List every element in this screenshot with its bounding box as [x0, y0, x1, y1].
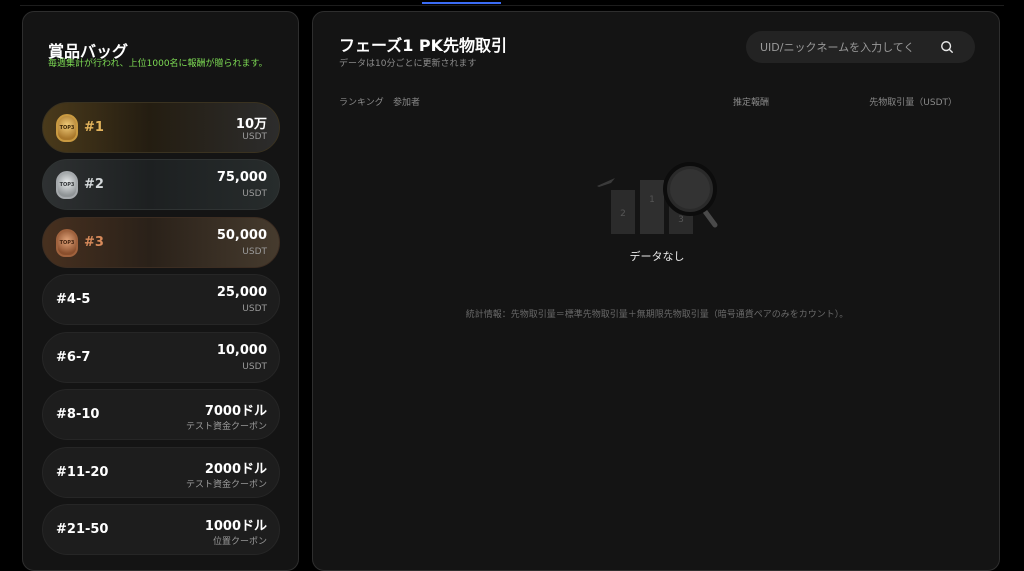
prize-tier-1: TOP3 #1 10万 USDT — [42, 102, 280, 153]
leaderboard-panel: フェーズ1 PK先物取引 データは10分ごとに更新されます ランキング 参加者 … — [312, 11, 1000, 571]
tier-rank: #21-50 — [56, 522, 109, 537]
prize-tier-4: #4-5 25,000 USDT — [42, 274, 280, 325]
column-header-participant: 参加者 — [393, 98, 421, 108]
tier-amount: 10万 — [235, 117, 267, 132]
prize-tier-3: TOP3 #3 50,000 USDT — [42, 217, 280, 268]
tier-rank: #2 — [84, 177, 104, 192]
nav-divider — [20, 5, 1004, 6]
svg-text:3: 3 — [678, 215, 684, 225]
prize-tier-8: #21-50 1000ドル 位置クーポン — [42, 504, 280, 555]
tier-amount: 1000ドル — [204, 519, 267, 534]
active-tab-indicator — [422, 2, 501, 4]
tier-rank: #11-20 — [56, 465, 109, 480]
search-input[interactable] — [760, 39, 926, 55]
empty-podium-magnifier-icon: 2 1 3 — [597, 162, 718, 234]
prize-tier-7: #11-20 2000ドル テスト資金クーポン — [42, 447, 280, 498]
tier-unit: テスト資金クーポン — [185, 480, 267, 490]
gold-medal-icon: TOP3 — [56, 114, 78, 142]
tier-amount: 25,000 — [216, 285, 267, 300]
prize-panel: 賞品バッグ 毎週集計が行われ、上位1000名に報酬が贈られます。 TOP3 #1… — [22, 11, 299, 571]
svg-text:1: 1 — [649, 195, 655, 205]
column-header-volume: 先物取引量（USDT） — [869, 98, 957, 108]
tier-unit: テスト資金クーポン — [185, 422, 267, 432]
prize-tier-6: #8-10 7000ドル テスト資金クーポン — [42, 389, 280, 440]
tier-unit: USDT — [242, 247, 267, 257]
tier-unit: USDT — [242, 304, 267, 314]
svg-text:2: 2 — [620, 209, 626, 219]
tier-rank: #8-10 — [56, 407, 100, 422]
tier-amount: 10,000 — [216, 343, 267, 358]
medal-label: TOP3 — [59, 240, 75, 246]
page-title: フェーズ1 PK先物取引 — [339, 36, 508, 55]
column-header-rank: ランキング — [339, 98, 384, 108]
statistics-footnote: 統計情報：先物取引量＝標準先物取引量＋無期限先物取引量（暗号通貨ペアのみをカウン… — [465, 310, 849, 320]
tier-amount: 2000ドル — [204, 462, 267, 477]
update-note: データは10分ごとに更新されます — [339, 59, 477, 69]
prize-tier-5: #6-7 10,000 USDT — [42, 332, 280, 383]
empty-state-text: データなし — [629, 250, 685, 263]
tier-amount: 50,000 — [216, 228, 267, 243]
tier-amount: 75,000 — [216, 170, 267, 185]
column-header-estimated-reward: 推定報酬 — [733, 98, 770, 108]
tier-rank: #1 — [84, 120, 104, 135]
prize-subtitle: 毎週集計が行われ、上位1000名に報酬が贈られます。 — [48, 59, 268, 69]
prize-tier-2: TOP3 #2 75,000 USDT — [42, 159, 280, 210]
tier-rank: #4-5 — [56, 292, 91, 307]
search-icon[interactable] — [940, 40, 954, 54]
tier-rank: #6-7 — [56, 350, 91, 365]
tier-unit: USDT — [242, 189, 267, 199]
medal-label: TOP3 — [59, 125, 75, 131]
tier-rank: #3 — [84, 235, 104, 250]
medal-label: TOP3 — [59, 182, 75, 188]
silver-medal-icon: TOP3 — [56, 171, 78, 199]
search-box[interactable] — [746, 31, 975, 63]
top-nav-strip — [0, 0, 1024, 6]
tier-unit: 位置クーポン — [212, 537, 267, 547]
tier-unit: USDT — [242, 362, 267, 372]
tier-amount: 7000ドル — [204, 404, 267, 419]
bronze-medal-icon: TOP3 — [56, 229, 78, 257]
tier-unit: USDT — [242, 132, 267, 142]
